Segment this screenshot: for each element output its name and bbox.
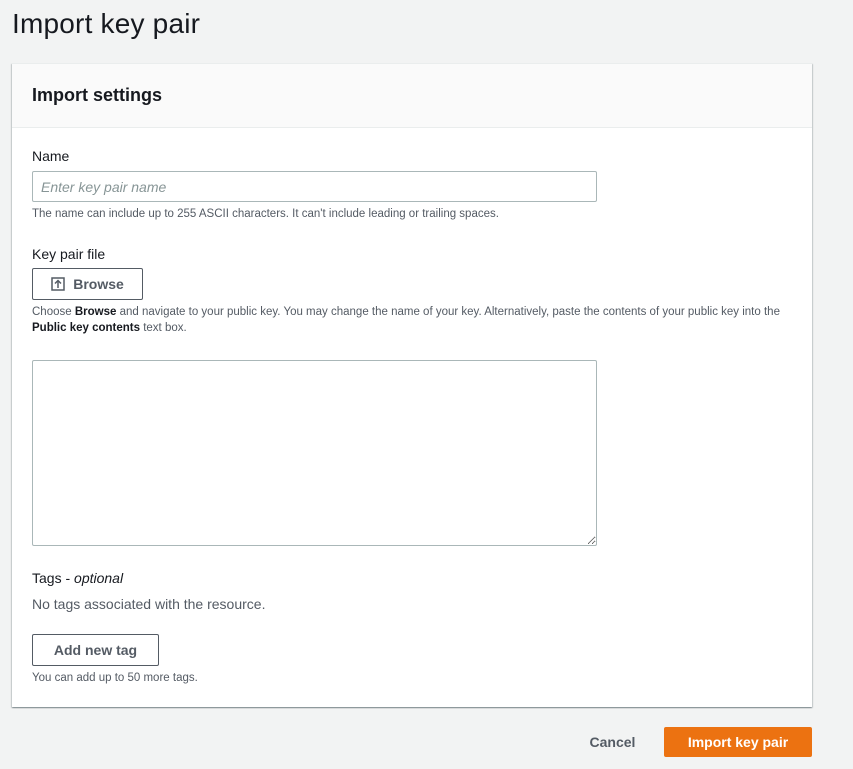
import-settings-panel: Import settings Name The name can includ… — [12, 63, 812, 707]
tags-label-text: Tags — [32, 570, 62, 586]
public-key-contents-textarea[interactable] — [32, 360, 597, 546]
import-key-pair-button[interactable]: Import key pair — [664, 727, 812, 757]
tags-limit-hint: You can add up to 50 more tags. — [32, 672, 198, 684]
panel-title: Import settings — [32, 85, 163, 105]
cancel-button[interactable]: Cancel — [576, 727, 649, 757]
key-pair-file-label: Key pair file — [32, 246, 106, 262]
name-label: Name — [32, 148, 70, 164]
upload-icon — [51, 277, 65, 291]
page-title: Import key pair — [12, 8, 201, 39]
panel-header: Import settings — [12, 64, 812, 128]
key-pair-name-input[interactable] — [32, 171, 597, 202]
hint-prefix: Choose — [32, 306, 75, 318]
no-tags-text: No tags associated with the resource. — [32, 596, 266, 612]
tags-optional-label: optional — [74, 570, 124, 586]
browse-button-label: Browse — [73, 276, 124, 292]
hint-public-key-contents-term: Public key contents — [32, 322, 141, 334]
key-pair-file-hint: Choose Browse and navigate to your publi… — [32, 304, 797, 336]
add-new-tag-button[interactable]: Add new tag — [32, 634, 159, 666]
hint-middle: and navigate to your public key. You may… — [116, 306, 780, 318]
browse-button[interactable]: Browse — [32, 268, 143, 300]
hint-browse-term: Browse — [74, 306, 117, 318]
tags-label-separator: - — [61, 570, 75, 586]
tags-label: Tags - optional — [32, 568, 123, 588]
hint-suffix: text box. — [140, 322, 187, 334]
name-hint: The name can include up to 255 ASCII cha… — [32, 208, 499, 220]
